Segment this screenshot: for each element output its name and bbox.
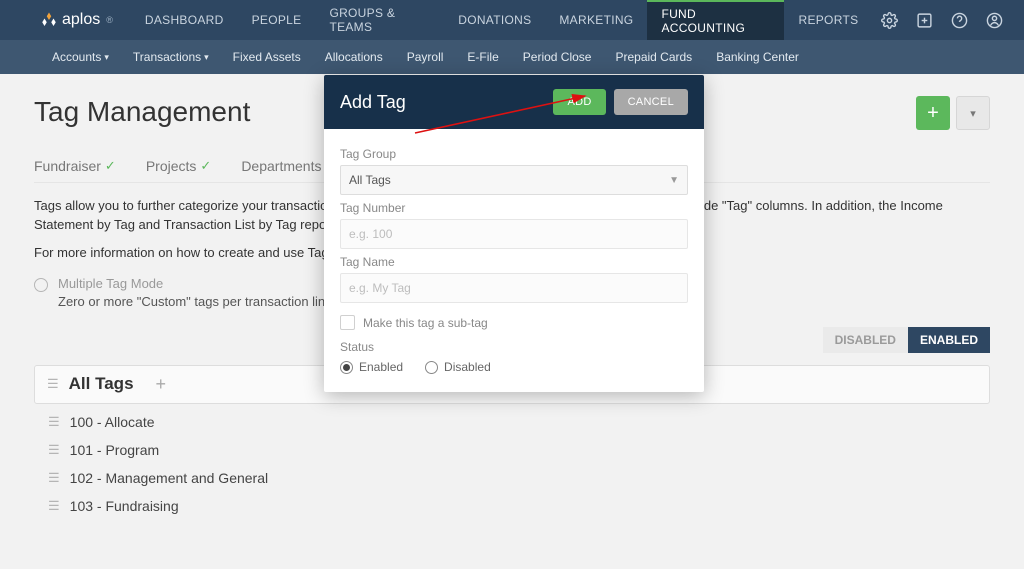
modal-cancel-button[interactable]: CANCEL xyxy=(614,89,688,115)
tag-number-input[interactable] xyxy=(340,219,688,249)
add-icon[interactable] xyxy=(907,12,942,29)
tag-name-label: Tag Name xyxy=(340,255,688,269)
tag-label: 103 - Fundraising xyxy=(70,498,179,514)
modal-add-button[interactable]: ADD xyxy=(553,89,605,115)
nav-fund-accounting[interactable]: FUND ACCOUNTING xyxy=(647,0,784,40)
tag-label: 100 - Allocate xyxy=(70,414,155,430)
chevron-down-icon: ▼ xyxy=(669,175,679,186)
tag-row[interactable]: ☰ 103 - Fundraising xyxy=(48,492,990,520)
tag-row[interactable]: ☰ 102 - Management and General xyxy=(48,464,990,492)
user-icon[interactable] xyxy=(977,12,1012,29)
check-icon: ✓ xyxy=(105,158,116,174)
sub-nav: Accounts▾Transactions▾Fixed AssetsAlloca… xyxy=(0,40,1024,74)
top-nav: aplos® DASHBOARDPEOPLEGROUPS & TEAMSDONA… xyxy=(0,0,1024,40)
tag-row[interactable]: ☰ 100 - Allocate xyxy=(48,408,990,436)
grip-icon: ☰ xyxy=(48,470,60,486)
tag-label: 102 - Management and General xyxy=(70,470,268,486)
subnav-period-close[interactable]: Period Close xyxy=(511,50,604,64)
logo[interactable]: aplos® xyxy=(40,11,113,29)
tag-label: 101 - Program xyxy=(70,442,159,458)
grip-icon: ☰ xyxy=(47,376,59,392)
subtag-checkbox-row[interactable]: Make this tag a sub-tag xyxy=(340,315,688,330)
logo-text: aplos xyxy=(62,11,100,29)
subnav-allocations[interactable]: Allocations xyxy=(313,50,395,64)
subnav-banking-center[interactable]: Banking Center xyxy=(704,50,811,64)
status-enabled-radio[interactable]: Enabled xyxy=(340,360,403,374)
nav-groups-teams[interactable]: GROUPS & TEAMS xyxy=(315,0,444,40)
subnav-prepaid-cards[interactable]: Prepaid Cards xyxy=(603,50,704,64)
page-title: Tag Management xyxy=(34,96,250,128)
subnav-accounts[interactable]: Accounts▾ xyxy=(40,50,121,64)
tab-projects[interactable]: Projects✓ xyxy=(146,158,211,174)
nav-marketing[interactable]: MARKETING xyxy=(545,0,647,40)
tag-group-select[interactable]: All Tags ▼ xyxy=(340,165,688,195)
tag-group-title: All Tags xyxy=(69,374,134,394)
settings-icon[interactable] xyxy=(872,12,907,29)
add-tag-icon[interactable]: + xyxy=(156,374,167,395)
add-tag-modal: Add Tag ADD CANCEL Tag Group All Tags ▼ … xyxy=(324,75,704,392)
subnav-e-file[interactable]: E-File xyxy=(455,50,510,64)
chevron-down-icon: ▾ xyxy=(104,52,109,63)
status-label: Status xyxy=(340,340,688,354)
add-button[interactable]: + xyxy=(916,96,950,130)
tag-group-value: All Tags xyxy=(349,173,391,187)
nav-people[interactable]: PEOPLE xyxy=(238,0,316,40)
modal-title: Add Tag xyxy=(340,92,406,113)
nav-dashboard[interactable]: DASHBOARD xyxy=(131,0,238,40)
check-icon: ✓ xyxy=(200,158,211,174)
tag-list: ☰ 100 - Allocate ☰ 101 - Program ☰ 102 - Mana… xyxy=(34,404,990,520)
chevron-down-icon: ▾ xyxy=(204,52,209,63)
status-toggle: DISABLED ENABLED xyxy=(823,327,990,353)
tag-group-label: Tag Group xyxy=(340,147,688,161)
help-icon[interactable] xyxy=(942,12,977,29)
toggle-disabled[interactable]: DISABLED xyxy=(823,327,908,353)
grip-icon: ☰ xyxy=(48,498,60,514)
logo-icon xyxy=(40,11,58,29)
subnav-payroll[interactable]: Payroll xyxy=(395,50,456,64)
status-disabled-radio[interactable]: Disabled xyxy=(425,360,491,374)
tag-row[interactable]: ☰ 101 - Program xyxy=(48,436,990,464)
nav-reports[interactable]: REPORTS xyxy=(784,0,872,40)
nav-donations[interactable]: DONATIONS xyxy=(444,0,545,40)
toggle-enabled[interactable]: ENABLED xyxy=(908,327,990,353)
subnav-fixed-assets[interactable]: Fixed Assets xyxy=(221,50,313,64)
radio-icon xyxy=(34,278,48,292)
tab-fundraiser[interactable]: Fundraiser✓ xyxy=(34,158,116,174)
subnav-transactions[interactable]: Transactions▾ xyxy=(121,50,221,64)
subtag-label: Make this tag a sub-tag xyxy=(363,316,488,330)
add-dropdown-button[interactable]: ▾ xyxy=(956,96,990,130)
tag-number-label: Tag Number xyxy=(340,201,688,215)
tab-departments[interactable]: Departments✓ xyxy=(241,158,336,174)
tag-name-input[interactable] xyxy=(340,273,688,303)
checkbox-icon xyxy=(340,315,355,330)
grip-icon: ☰ xyxy=(48,414,60,430)
modal-header: Add Tag ADD CANCEL xyxy=(324,75,704,129)
grip-icon: ☰ xyxy=(48,442,60,458)
